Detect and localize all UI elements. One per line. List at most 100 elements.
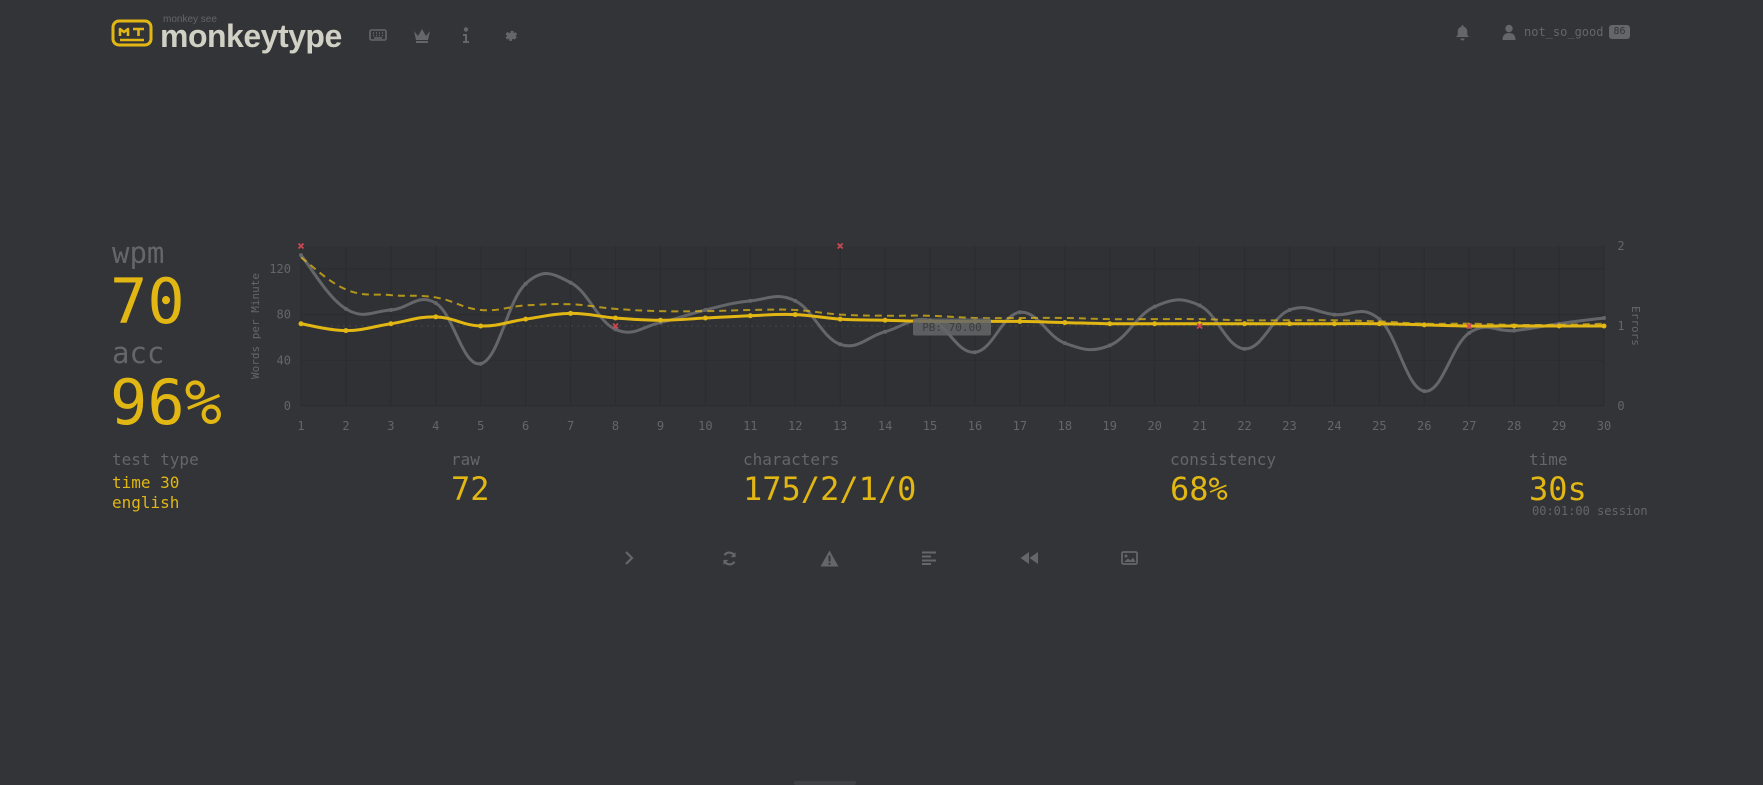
x-tick-label: 27: [1462, 419, 1476, 433]
x-tick-label: 28: [1507, 419, 1521, 433]
raw-point: [838, 342, 843, 347]
y-tick-label: 120: [269, 262, 291, 276]
x-tick-label: 2: [342, 419, 349, 433]
raw-point: [1602, 316, 1606, 320]
wpm-point: [298, 321, 304, 327]
x-tick-label: 24: [1327, 419, 1341, 433]
raw-stat: raw 72: [451, 450, 490, 508]
raw-point: [793, 298, 798, 303]
x-tick-label: 25: [1372, 419, 1386, 433]
restart-button[interactable]: [716, 545, 742, 571]
y2-tick-label: 0: [1617, 399, 1624, 413]
raw-point: [343, 306, 348, 311]
x-tick-label: 4: [432, 419, 439, 433]
wpm-point: [1556, 323, 1562, 329]
wpm-chart: 040801200121 2 3 4 5 6 7 8 9 10 11 12 13 14 15 16 17 18 19…: [249, 239, 1642, 433]
raw-point: [1107, 343, 1112, 348]
replay-button[interactable]: [1016, 545, 1042, 571]
characters-value: 175/2/1/0: [743, 470, 917, 508]
raw-point: [972, 350, 977, 355]
raw-point: [299, 253, 303, 258]
test-type-label: test type: [112, 450, 199, 469]
x-tick-label: 1: [297, 419, 304, 433]
wpm-point: [882, 317, 888, 323]
x-tick-label: 12: [788, 419, 802, 433]
raw-point: [478, 361, 483, 366]
x-tick-label: 14: [878, 419, 892, 433]
wpm-point: [1107, 321, 1113, 327]
x-tick-label: 21: [1192, 419, 1206, 433]
wpm-point: [1152, 321, 1158, 327]
raw-point: [1152, 304, 1157, 309]
replay-icon: [1020, 552, 1038, 564]
screenshot-button[interactable]: [1116, 545, 1142, 571]
raw-point: [1512, 328, 1517, 333]
x-tick-label: 29: [1552, 419, 1566, 433]
y-tick-label: 80: [277, 308, 291, 322]
consistency-label: consistency: [1170, 450, 1276, 469]
raw-label: raw: [451, 450, 480, 469]
wpm-point: [1511, 323, 1517, 329]
y2-tick-label: 1: [1617, 319, 1624, 333]
raw-point: [433, 301, 438, 306]
wpm-point: [792, 312, 798, 318]
x-tick-label: 30: [1597, 419, 1611, 433]
raw-point: [1242, 346, 1247, 351]
session-time: 00:01:00 session: [1532, 504, 1648, 518]
time-stat: time 30s: [1529, 451, 1587, 508]
wpm-point: [568, 310, 574, 316]
x-tick-label: 9: [657, 419, 664, 433]
wpm-point: [657, 317, 663, 323]
raw-point: [1197, 303, 1202, 308]
wpm-point: [478, 323, 484, 329]
wpm-point: [1286, 321, 1292, 327]
x-tick-label: 22: [1237, 419, 1251, 433]
x-tick-label: 7: [567, 419, 574, 433]
pb-label: PB: 70.00: [922, 321, 982, 334]
x-tick-label: 13: [833, 419, 847, 433]
wpm-point: [1376, 321, 1382, 327]
x-tick-label: 18: [1058, 419, 1072, 433]
x-tick-label: 8: [612, 419, 619, 433]
raw-point: [1287, 308, 1292, 312]
word-history-icon: [922, 551, 936, 565]
report-button[interactable]: [816, 545, 842, 571]
test-type-mode: time 30: [112, 473, 180, 492]
wpm-point: [702, 315, 708, 321]
x-tick-label: 6: [522, 419, 529, 433]
x-tick-label: 17: [1013, 419, 1027, 433]
x-tick-label: 26: [1417, 419, 1431, 433]
x-tick-label: 16: [968, 419, 982, 433]
x-tick-label: 11: [743, 419, 757, 433]
raw-point: [1422, 389, 1427, 394]
characters-stat: characters 175/2/1/0: [743, 450, 917, 508]
x-tick-label: 15: [923, 419, 937, 433]
report-icon: [820, 550, 838, 566]
scroll-handle[interactable]: [794, 781, 856, 785]
raw-point: [1017, 310, 1022, 315]
raw-point: [1062, 341, 1067, 346]
y2-tick-label: 2: [1617, 239, 1624, 253]
y-axis-title: Words per Minute: [249, 273, 262, 379]
restart-icon: [722, 551, 736, 565]
y-tick-label: 0: [284, 399, 291, 413]
x-tick-label: 19: [1103, 419, 1117, 433]
x-tick-label: 3: [387, 419, 394, 433]
characters-label: characters: [743, 450, 840, 469]
wpm-point: [1017, 318, 1023, 324]
raw-point: [1332, 312, 1337, 317]
wpm-point: [433, 314, 439, 320]
screenshot-icon: [1120, 551, 1138, 565]
test-type-stat: test type time 30 english: [112, 451, 199, 513]
word-history-button[interactable]: [916, 545, 942, 571]
raw-point: [568, 280, 573, 285]
raw-point: [1467, 330, 1472, 335]
next-test-button[interactable]: [616, 545, 642, 571]
wpm-point: [1331, 321, 1337, 327]
y-tick-label: 40: [277, 353, 291, 367]
wpm-point: [747, 313, 753, 319]
raw-point: [748, 298, 753, 303]
consistency-stat: consistency 68%: [1170, 450, 1276, 508]
y2-axis-title: Errors: [1629, 306, 1642, 346]
x-tick-label: 10: [698, 419, 712, 433]
